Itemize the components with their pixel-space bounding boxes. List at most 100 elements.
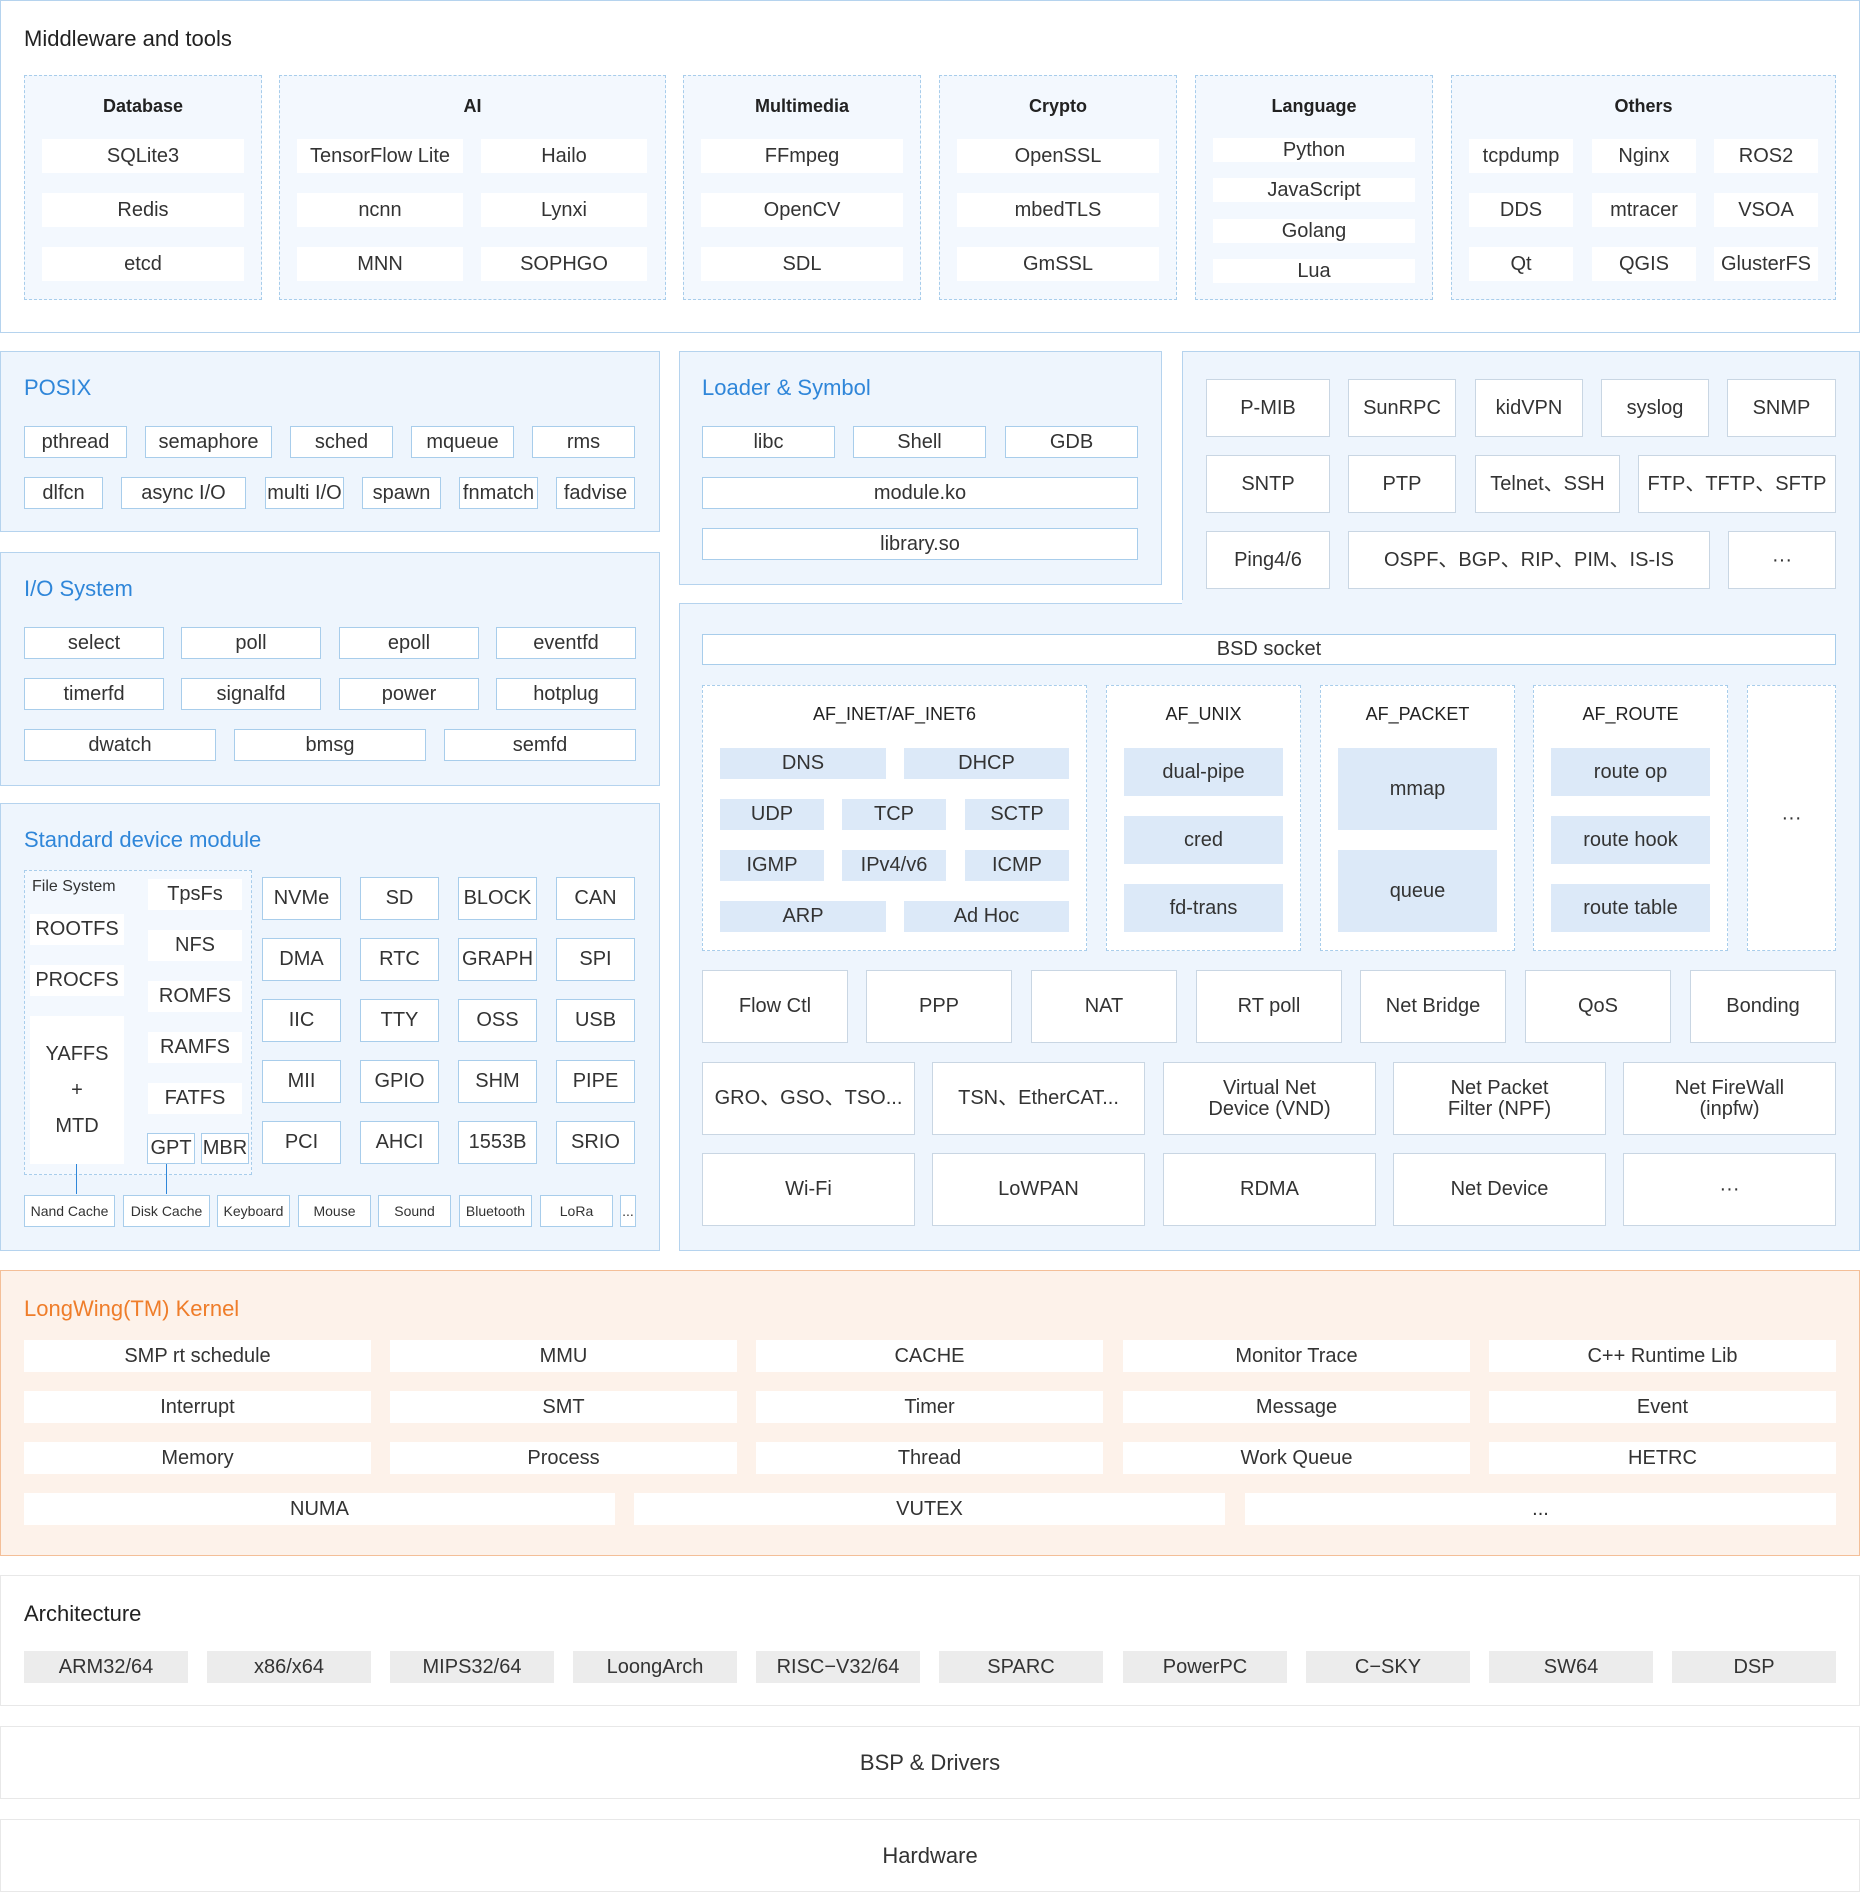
crypto-title: Crypto — [1029, 96, 1087, 116]
device-item: GRAPH — [458, 938, 537, 981]
device-bottom-item: Bluetooth — [459, 1195, 532, 1227]
fs-item: PROCFS — [30, 965, 124, 996]
af-inet-title: AF_INET/AF_INET6 — [812, 704, 977, 724]
database-item: etcd — [42, 247, 244, 281]
posix-item: dlfcn — [24, 477, 103, 509]
net-feature: Net Bridge — [1360, 970, 1506, 1043]
device-item: GPIO — [360, 1060, 439, 1103]
loader-item: libc — [702, 426, 835, 458]
gpt-box: GPT — [147, 1133, 195, 1164]
kernel-item: Process — [390, 1442, 737, 1474]
others-item: GlusterFS — [1714, 247, 1818, 281]
af-unix-title: AF_UNIX — [1165, 704, 1242, 724]
posix-item: multi I/O — [265, 477, 344, 509]
posix-item: semaphore — [145, 426, 272, 458]
connector-line — [166, 1164, 167, 1194]
arch-item: ARM32/64 — [24, 1651, 188, 1683]
device-item: SPI — [556, 938, 635, 981]
io-item: timerfd — [24, 678, 164, 710]
protocol-item: Ping4/6 — [1206, 531, 1330, 589]
af-packet-title: AF_PACKET — [1365, 704, 1470, 724]
protocol-item: P-MIB — [1206, 379, 1330, 437]
net-device: Net Device — [1393, 1153, 1606, 1226]
net-device: RDMA — [1163, 1153, 1376, 1226]
device-bottom-item: Disk Cache — [123, 1195, 210, 1227]
af-inet-item: IGMP — [720, 850, 824, 881]
protocol-item: syslog — [1601, 379, 1709, 437]
io-item: semfd — [444, 729, 636, 761]
device-item: MII — [262, 1060, 341, 1103]
loader-item: GDB — [1005, 426, 1138, 458]
device-item: TTY — [360, 999, 439, 1042]
io-item: poll — [181, 627, 321, 659]
arch-item: RISC−V32/64 — [756, 1651, 920, 1683]
net-feature: Net Packet Filter (NPF) — [1393, 1062, 1606, 1135]
device-item: RTC — [360, 938, 439, 981]
protocol-item: FTP、TFTP、SFTP — [1638, 455, 1836, 513]
device-item: SHM — [458, 1060, 537, 1103]
fs-item: ROOTFS — [30, 914, 124, 945]
device-item: OSS — [458, 999, 537, 1042]
mtd-label: MTD — [55, 1115, 99, 1137]
device-bottom-item: Nand Cache — [24, 1195, 115, 1227]
device-item: PIPE — [556, 1060, 635, 1103]
database-item: SQLite3 — [42, 139, 244, 173]
loader-item: library.so — [702, 528, 1138, 560]
posix-item: async I/O — [121, 477, 246, 509]
device-bottom-item: Sound — [378, 1195, 451, 1227]
protocol-item: PTP — [1348, 455, 1456, 513]
arch-item: C−SKY — [1306, 1651, 1470, 1683]
protocol-item: Telnet、SSH — [1475, 455, 1620, 513]
af-route-item: route hook — [1551, 816, 1710, 864]
fs-item: RAMFS — [148, 1032, 242, 1063]
af-route-title: AF_ROUTE — [1582, 704, 1679, 724]
posix-item: fnmatch — [459, 477, 538, 509]
fs-item: TpsFs — [148, 879, 242, 910]
device-item: NVMe — [262, 877, 341, 920]
af-inet-item: DHCP — [904, 748, 1069, 779]
fs-item: FATFS — [148, 1083, 242, 1114]
af-inet-item: Ad Hoc — [904, 901, 1069, 932]
arch-item: PowerPC — [1123, 1651, 1287, 1683]
protocol-item: ··· — [1728, 531, 1836, 589]
loader-item: Shell — [853, 426, 986, 458]
af-unix-item: fd-trans — [1124, 884, 1283, 932]
arch-item: SPARC — [939, 1651, 1103, 1683]
device-item: SRIO — [556, 1121, 635, 1164]
others-item: DDS — [1469, 193, 1573, 227]
device-bottom-item: LoRa — [540, 1195, 613, 1227]
net-feature: NAT — [1031, 970, 1177, 1043]
kernel-item: Memory — [24, 1442, 371, 1474]
kernel-item: Event — [1489, 1391, 1836, 1423]
net-feature: RT poll — [1196, 970, 1342, 1043]
device-item: 1553B — [458, 1121, 537, 1164]
device-item: SD — [360, 877, 439, 920]
io-title: I/O System — [24, 576, 133, 601]
plus-label: + — [71, 1079, 83, 1101]
database-title: Database — [102, 96, 184, 116]
kernel-item: Timer — [756, 1391, 1103, 1423]
file-system-title: File System — [32, 877, 116, 895]
io-item: signalfd — [181, 678, 321, 710]
architecture-panel — [0, 1575, 1860, 1706]
kernel-item: NUMA — [24, 1493, 615, 1525]
io-item: epoll — [339, 627, 479, 659]
kernel-item: Message — [1123, 1391, 1470, 1423]
af-unix-item: dual-pipe — [1124, 748, 1283, 796]
device-item: AHCI — [360, 1121, 439, 1164]
hardware-layer: Hardware — [0, 1819, 1860, 1892]
kernel-item: MMU — [390, 1340, 737, 1372]
others-item: VSOA — [1714, 193, 1818, 227]
multimedia-title: Multimedia — [754, 96, 849, 116]
posix-item: rms — [532, 426, 635, 458]
af-more: ··· — [1747, 685, 1836, 951]
af-inet-item: SCTP — [965, 799, 1069, 830]
net-feature: Bonding — [1690, 970, 1836, 1043]
device-item: BLOCK — [458, 877, 537, 920]
arch-item: DSP — [1672, 1651, 1836, 1683]
mbr-box: MBR — [201, 1133, 249, 1164]
af-inet-item: ARP — [720, 901, 886, 932]
yaffs-label: YAFFS — [45, 1043, 109, 1065]
others-item: Qt — [1469, 247, 1573, 281]
multimedia-item: SDL — [701, 247, 903, 281]
